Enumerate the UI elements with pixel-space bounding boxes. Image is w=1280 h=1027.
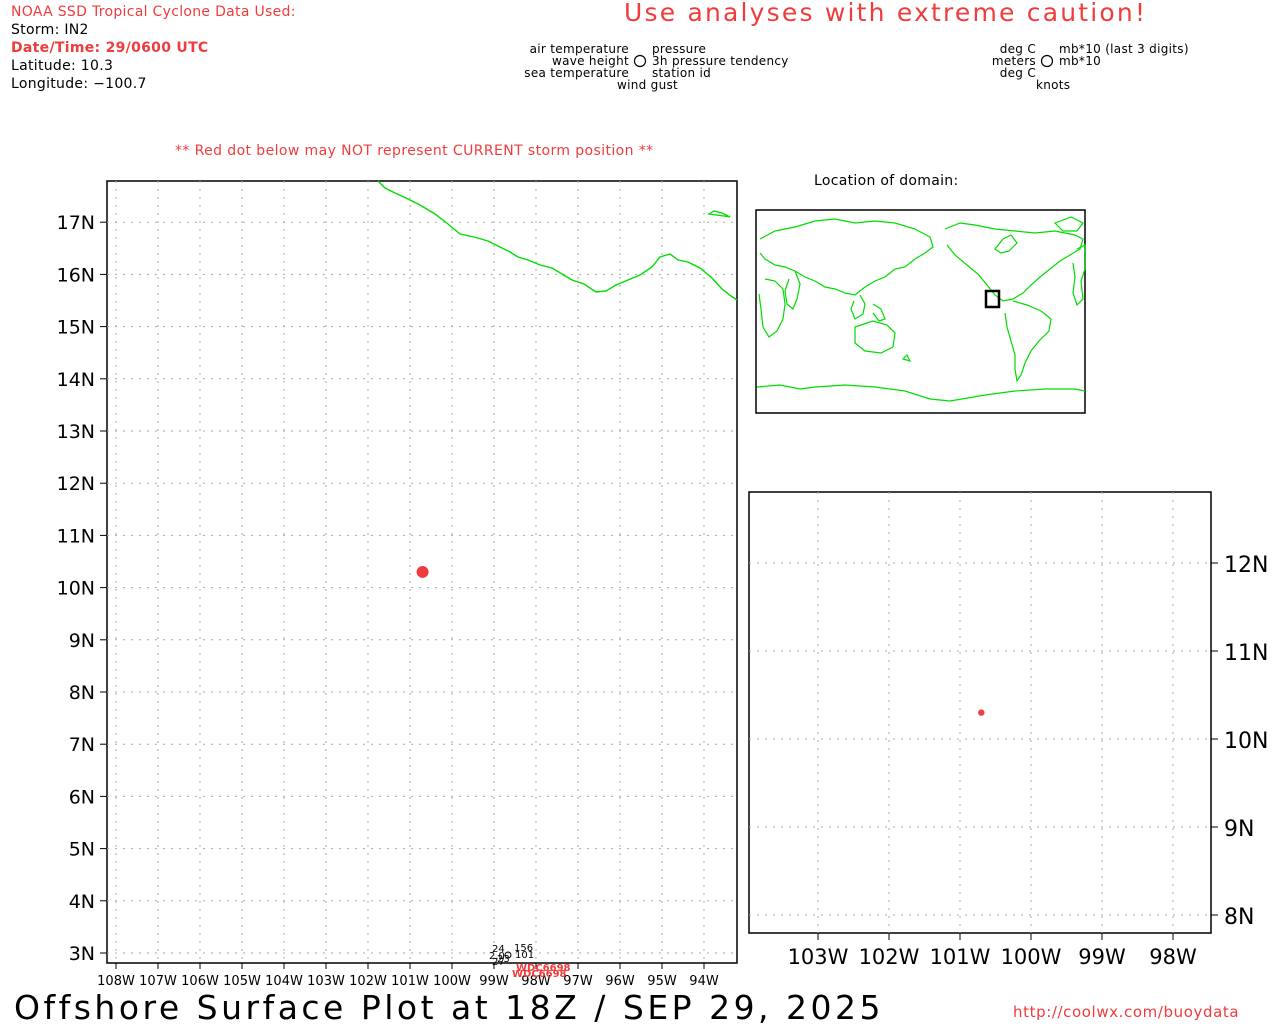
lon-label: 102W: [859, 945, 920, 969]
lat-label: 9N: [1224, 817, 1254, 842]
lon-label: 101W: [930, 945, 991, 969]
lon-label: 100W: [433, 974, 471, 989]
lat-label: 4N: [69, 891, 95, 913]
lat-label: 13N: [57, 421, 95, 443]
zoom-storm-position-dot: [978, 709, 985, 716]
lat-label: 14N: [57, 369, 95, 391]
lat-label: 11N: [57, 525, 95, 547]
lon-label: 106W: [181, 974, 219, 989]
main-map-latitude-labels: 17N 16N 15N 14N 13N 12N 11N 10N 9N 8N 7N 6N 5N 4N 3N: [57, 212, 95, 965]
lat-label: 8N: [1224, 905, 1254, 930]
lat-label: 3N: [69, 943, 95, 965]
inset-title: Location of domain:: [814, 173, 959, 189]
lon-label: 96W: [605, 974, 635, 989]
lon-label: 101W: [391, 974, 429, 989]
lat-label: 12N: [57, 473, 95, 495]
lon-label: 108W: [97, 974, 135, 989]
source-url-link[interactable]: http://coolwx.com/buoydata: [1013, 1003, 1239, 1021]
unit-wind-gust: knots: [1036, 78, 1071, 92]
lat-label: 17N: [57, 212, 95, 234]
lat-label: 10N: [57, 578, 95, 600]
zoom-map: 12N 11N 10N 9N 8N 103W 102W 101W 100W 99W 98W: [748, 491, 1268, 969]
plot-title: Offshore Surface Plot at 18Z / SEP 29, 2…: [14, 988, 885, 1027]
lat-label: 10N: [1224, 729, 1268, 754]
lon-label: 102W: [349, 974, 387, 989]
lat-label: 5N: [69, 839, 95, 861]
unit-pressure-tendency: mb*10: [1059, 54, 1102, 68]
zoom-map-latitude-labels: 12N 11N 10N 9N 8N: [1224, 553, 1268, 930]
lon-label: 98W: [1149, 945, 1197, 969]
main-map: 17N 16N 15N 14N 13N 12N 11N 10N 9N 8N 7N 6N 5N 4N 3N 1…: [57, 180, 738, 989]
storm-position-dot: [416, 565, 429, 578]
units-circle-icon: [1040, 54, 1054, 68]
lon-label: 95W: [647, 974, 677, 989]
lon-label: 104W: [265, 974, 303, 989]
lon-label: 97W: [563, 974, 593, 989]
lat-label: 16N: [57, 264, 95, 286]
main-map-longitude-labels: 108W 107W 106W 105W 104W 103W 102W 101W 100W 99W 9…: [97, 974, 719, 989]
location-inset-map: [755, 209, 1086, 414]
lon-label: 105W: [223, 974, 261, 989]
lat-label: 9N: [69, 630, 95, 652]
zoom-map-longitude-labels: 103W 102W 101W 100W 99W 98W: [788, 945, 1197, 969]
lat-label: 6N: [69, 786, 95, 808]
lat-label: 7N: [69, 734, 95, 756]
station-id-secondary: WDC6698: [512, 969, 567, 980]
lat-label: 15N: [57, 317, 95, 339]
lon-label: 99W: [479, 974, 509, 989]
lon-label: 103W: [307, 974, 345, 989]
lon-label: 100W: [1001, 945, 1062, 969]
station-gust: 23: [497, 954, 510, 965]
lon-label: 94W: [689, 974, 719, 989]
station-tendency: 101: [515, 950, 534, 961]
lon-label: 103W: [788, 945, 849, 969]
lon-label: 99W: [1078, 945, 1126, 969]
lat-label: 12N: [1224, 553, 1268, 578]
lat-label: 11N: [1224, 641, 1268, 666]
lat-label: 8N: [69, 682, 95, 704]
lon-label: 107W: [139, 974, 177, 989]
unit-sea-temperature: deg C: [999, 66, 1036, 80]
